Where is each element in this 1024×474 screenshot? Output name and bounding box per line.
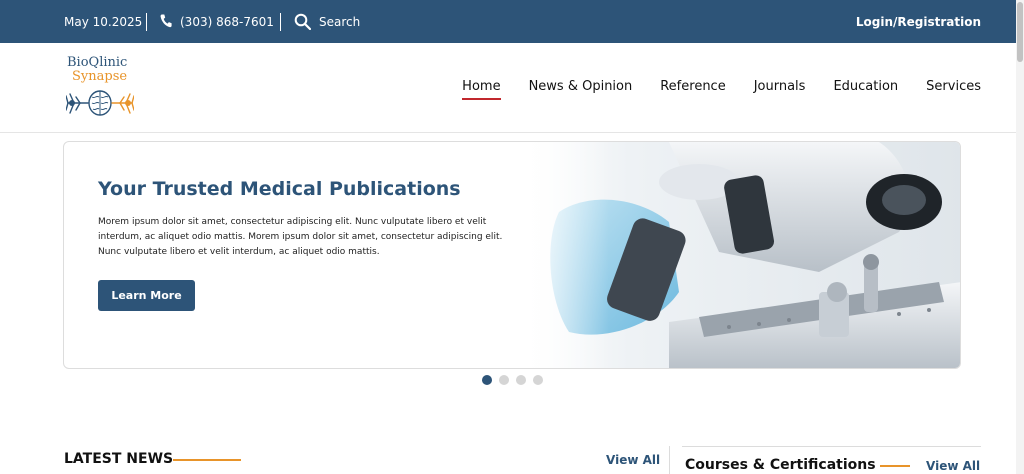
heading-accent-line bbox=[880, 465, 910, 467]
phone-icon bbox=[160, 14, 172, 28]
site-logo[interactable]: BioQlinic Synapse bbox=[66, 55, 136, 120]
latest-news-view-all-link[interactable]: View All bbox=[606, 453, 660, 467]
scrollbar-track[interactable] bbox=[1016, 0, 1024, 474]
top-bar: May 10.2025 (303) 868-7601 Search Login/… bbox=[0, 0, 1016, 43]
courses-top-border bbox=[682, 446, 981, 447]
nav-item-education[interactable]: Education bbox=[833, 79, 898, 94]
hero-description: Morem ipsum dolor sit amet, consectetur … bbox=[98, 217, 503, 257]
heading-accent-line bbox=[173, 459, 241, 461]
hero-title: Your Trusted Medical Publications bbox=[98, 178, 461, 200]
separator bbox=[146, 13, 147, 31]
carousel-dot-1[interactable] bbox=[482, 375, 492, 385]
latest-news-heading: LATEST NEWS bbox=[64, 451, 174, 467]
microscope-image bbox=[519, 142, 960, 368]
hero-banner: Your Trusted Medical Publications Morem … bbox=[63, 141, 961, 369]
phone-number[interactable]: (303) 868-7601 bbox=[180, 15, 274, 29]
search-link[interactable]: Search bbox=[319, 15, 360, 29]
nav-item-services[interactable]: Services bbox=[926, 79, 981, 94]
nav-item-news-opinion[interactable]: News & Opinion bbox=[529, 79, 633, 94]
learn-more-button[interactable]: Learn More bbox=[98, 280, 195, 311]
nav-item-home[interactable]: Home bbox=[462, 79, 501, 100]
carousel-dot-2[interactable] bbox=[499, 375, 509, 385]
logo-text-line1: BioQlinic bbox=[67, 55, 128, 70]
carousel-dot-4[interactable] bbox=[533, 375, 543, 385]
courses-heading: Courses & Certifications bbox=[685, 457, 876, 473]
login-registration-link[interactable]: Login/Registration bbox=[856, 15, 981, 29]
separator bbox=[280, 13, 281, 31]
scrollbar-thumb[interactable] bbox=[1017, 2, 1023, 62]
nav-item-journals[interactable]: Journals bbox=[754, 79, 806, 94]
brain-neuron-logo-icon bbox=[66, 90, 134, 116]
carousel-dot-3[interactable] bbox=[516, 375, 526, 385]
courses-view-all-link[interactable]: View All bbox=[926, 459, 980, 473]
search-icon[interactable] bbox=[294, 13, 311, 30]
date-text: May 10.2025 bbox=[64, 15, 143, 29]
carousel-indicators bbox=[482, 375, 543, 385]
main-nav: Home News & Opinion Reference Journals E… bbox=[462, 79, 981, 100]
logo-text-line2: Synapse bbox=[72, 69, 128, 84]
nav-item-reference[interactable]: Reference bbox=[660, 79, 725, 94]
section-divider bbox=[669, 446, 670, 474]
site-header: BioQlinic Synapse Home News & Opinion Re… bbox=[0, 43, 1016, 133]
